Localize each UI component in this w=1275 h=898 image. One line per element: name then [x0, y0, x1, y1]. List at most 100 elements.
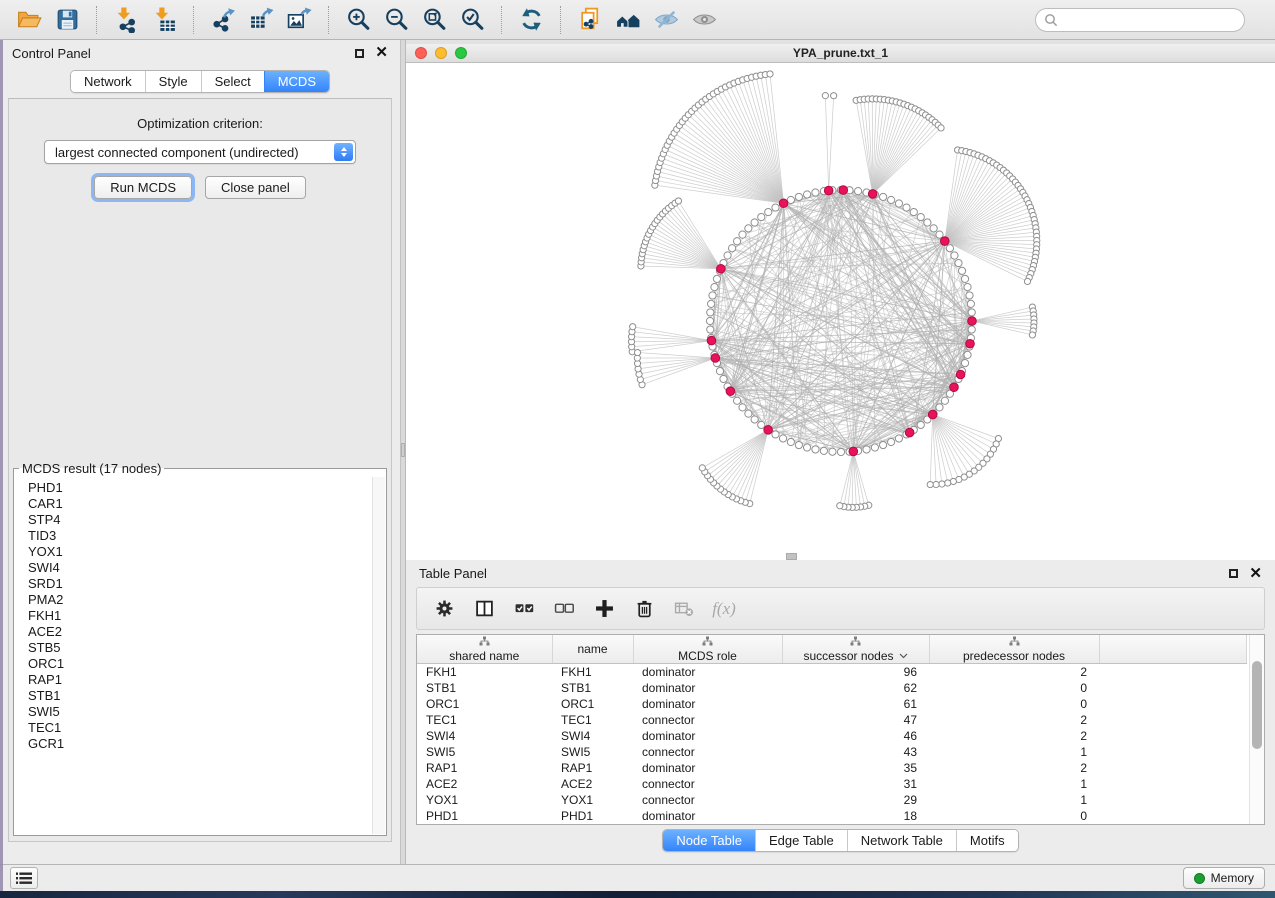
float-panel-icon[interactable]	[355, 49, 364, 58]
network-node[interactable]	[964, 283, 971, 290]
network-node[interactable]	[863, 446, 870, 453]
dominator-node[interactable]	[956, 370, 965, 379]
column-header-name[interactable]: name	[552, 635, 633, 664]
network-node[interactable]	[733, 397, 740, 404]
network-node[interactable]	[803, 444, 810, 451]
network-node[interactable]	[795, 441, 802, 448]
network-node[interactable]	[968, 326, 975, 333]
network-node[interactable]	[895, 200, 902, 207]
column-header-shared-name[interactable]: shared name	[417, 635, 552, 664]
select-all-button[interactable]	[509, 594, 539, 624]
table-row[interactable]: RAP1RAP1dominator352	[417, 760, 1246, 776]
network-node[interactable]	[829, 448, 836, 455]
tab-style[interactable]: Style	[145, 71, 201, 92]
network-node[interactable]	[707, 326, 714, 333]
list-item[interactable]: STB5	[28, 640, 371, 656]
dominator-node[interactable]	[707, 336, 716, 345]
list-item[interactable]: SWI4	[28, 560, 371, 576]
network-node[interactable]	[966, 292, 973, 299]
dominator-node[interactable]	[824, 186, 833, 195]
satellite-node[interactable]	[933, 481, 939, 487]
satellite-node[interactable]	[630, 324, 636, 330]
save-session-button[interactable]	[50, 4, 84, 36]
refresh-layout-button[interactable]	[514, 4, 548, 36]
network-graph[interactable]	[406, 63, 1275, 560]
network-node[interactable]	[739, 404, 746, 411]
network-node[interactable]	[779, 435, 786, 442]
list-item[interactable]: SRD1	[28, 576, 371, 592]
import-network-button[interactable]	[109, 4, 143, 36]
network-node[interactable]	[917, 213, 924, 220]
list-item[interactable]: TEC1	[28, 720, 371, 736]
list-item[interactable]: SWI5	[28, 704, 371, 720]
network-node[interactable]	[709, 292, 716, 299]
export-image-button[interactable]	[282, 4, 316, 36]
network-node[interactable]	[924, 219, 931, 226]
search-input[interactable]	[1064, 12, 1236, 28]
network-node[interactable]	[728, 245, 735, 252]
list-item[interactable]: ACE2	[28, 624, 371, 640]
zoom-selected-button[interactable]	[455, 4, 489, 36]
dominator-node[interactable]	[966, 339, 975, 348]
network-node[interactable]	[812, 189, 819, 196]
search-box[interactable]	[1035, 8, 1245, 32]
column-header-predecessor-nodes[interactable]: predecessor nodes	[929, 635, 1099, 664]
network-node[interactable]	[812, 446, 819, 453]
network-node[interactable]	[967, 300, 974, 307]
network-node[interactable]	[930, 225, 937, 232]
network-node[interactable]	[733, 238, 740, 245]
satellite-node[interactable]	[837, 503, 843, 509]
table-row[interactable]: SWI4SWI4dominator462	[417, 728, 1246, 744]
network-node[interactable]	[936, 231, 943, 238]
deselect-all-button[interactable]	[549, 594, 579, 624]
list-item[interactable]: RAP1	[28, 672, 371, 688]
table-row[interactable]: YOX1YOX1connector291	[417, 792, 1246, 808]
table-row[interactable]: PHD1PHD1dominator180	[417, 808, 1246, 824]
network-node[interactable]	[964, 351, 971, 358]
maximize-window-icon[interactable]	[455, 47, 467, 59]
dominator-node[interactable]	[849, 447, 858, 456]
satellite-node[interactable]	[831, 93, 837, 99]
list-item[interactable]: TID3	[28, 528, 371, 544]
memory-button[interactable]: Memory	[1183, 867, 1265, 889]
column-header-mcds-role[interactable]: MCDS role	[633, 635, 782, 664]
network-node[interactable]	[961, 275, 968, 282]
list-item[interactable]: GCR1	[28, 736, 371, 752]
satellite-node[interactable]	[675, 198, 681, 204]
table-row[interactable]: STB1STB1dominator620	[417, 680, 1246, 696]
table-scrollbar-thumb[interactable]	[1252, 661, 1262, 749]
network-node[interactable]	[713, 275, 720, 282]
network-node[interactable]	[711, 283, 718, 290]
dominator-node[interactable]	[711, 354, 720, 363]
table-row[interactable]: FKH1FKH1dominator962	[417, 664, 1246, 680]
delete-column-button[interactable]	[629, 594, 659, 624]
dominator-node[interactable]	[940, 237, 949, 246]
canvas-splitter-grip[interactable]	[786, 553, 797, 560]
dominator-node[interactable]	[868, 190, 877, 199]
network-node[interactable]	[895, 435, 902, 442]
network-node[interactable]	[880, 193, 887, 200]
network-node[interactable]	[787, 196, 794, 203]
network-node[interactable]	[772, 204, 779, 211]
dominator-node[interactable]	[726, 387, 735, 396]
network-node[interactable]	[787, 438, 794, 445]
network-node[interactable]	[936, 404, 943, 411]
table-row[interactable]: TEC1TEC1connector472	[417, 712, 1246, 728]
list-item[interactable]: PHD1	[28, 480, 371, 496]
splitter-grip[interactable]	[401, 443, 405, 457]
network-node[interactable]	[707, 309, 714, 316]
hide-selected-button[interactable]	[649, 4, 683, 36]
network-node[interactable]	[968, 309, 975, 316]
list-item[interactable]: STB1	[28, 688, 371, 704]
minimize-window-icon[interactable]	[435, 47, 447, 59]
network-node[interactable]	[716, 368, 723, 375]
network-node[interactable]	[910, 208, 917, 215]
satellite-node[interactable]	[938, 125, 944, 131]
import-table-button[interactable]	[147, 4, 181, 36]
network-node[interactable]	[745, 225, 752, 232]
network-node[interactable]	[854, 188, 861, 195]
network-node[interactable]	[739, 231, 746, 238]
dominator-node[interactable]	[717, 264, 726, 273]
network-node[interactable]	[946, 245, 953, 252]
network-node[interactable]	[795, 193, 802, 200]
